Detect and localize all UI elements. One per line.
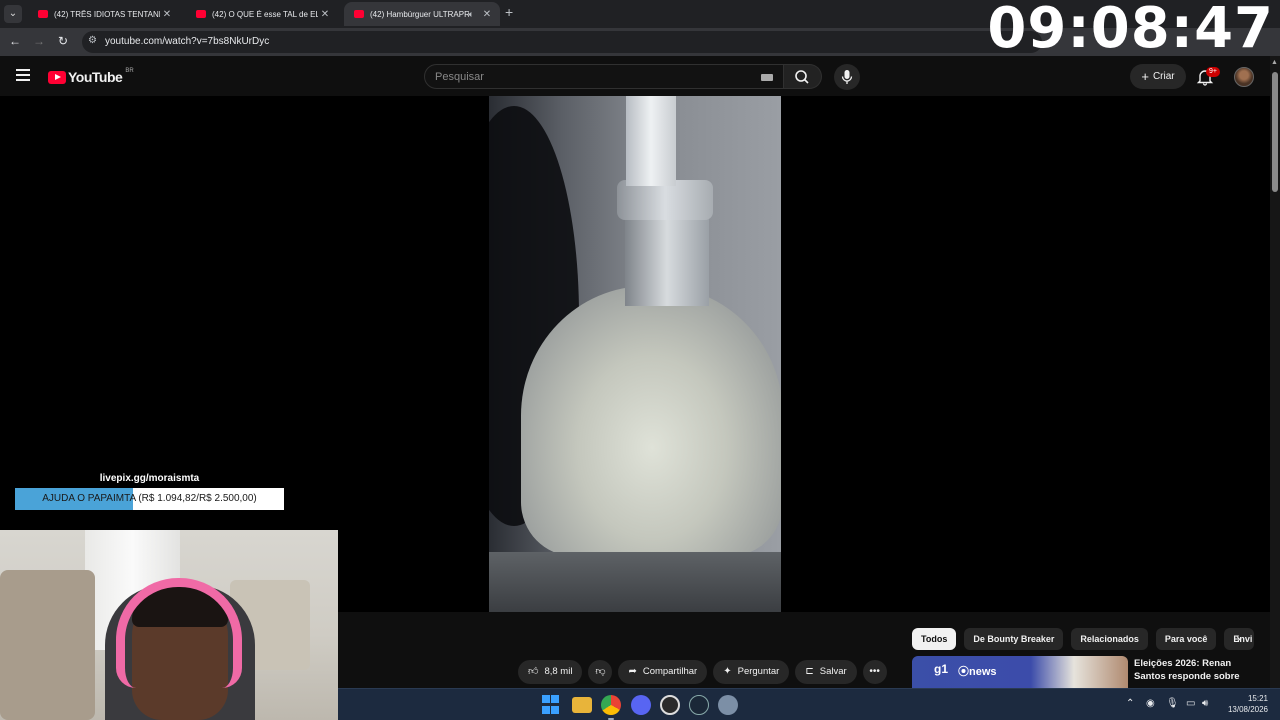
scroll-up-arrow-icon[interactable]: ▲ <box>1271 59 1278 66</box>
chip-from-channel[interactable]: De Bounty Breaker <box>964 628 1064 650</box>
taskbar-clock[interactable]: 15:21 13/08/2026 <box>1228 693 1268 715</box>
more-actions-button[interactable]: ••• <box>862 660 887 684</box>
overlay-clock: 09:08:47 <box>987 0 1274 61</box>
new-tab-button[interactable]: + <box>505 4 513 20</box>
g1-logo: g1 <box>934 662 949 676</box>
menu-icon[interactable] <box>16 69 30 81</box>
like-count: 8,8 mil <box>544 666 573 677</box>
forward-arrow-icon[interactable]: → <box>31 34 47 48</box>
news-logo: ⦿news <box>958 666 997 678</box>
file-explorer-icon[interactable] <box>572 697 592 713</box>
browser-tab-active[interactable]: (42) Hambúrguer ULTRAPRO 🔈︎ ✕ <box>344 2 500 26</box>
more-horizontal-icon: ••• <box>869 666 880 677</box>
url-text[interactable]: youtube.com/watch?v=7bs8NkUrDyc <box>105 36 269 47</box>
volume-icon[interactable]: 🔊︎ <box>1202 698 1208 709</box>
youtube-favicon-icon <box>196 10 206 18</box>
thumbs-down-icon: 👎︎ <box>595 666 606 677</box>
share-icon: ➦ <box>628 666 637 677</box>
livepix-title: livepix.gg/moraismta <box>99 473 200 484</box>
youtube-logo[interactable]: YouTube BR <box>48 68 134 85</box>
chrome-icon[interactable] <box>601 695 621 715</box>
search-button[interactable] <box>784 64 822 89</box>
youtube-favicon-icon <box>354 10 364 18</box>
tab-search-icon[interactable]: ⌄ <box>4 5 22 23</box>
recommended-thumbnail[interactable]: g1 ⦿news <box>912 656 1128 688</box>
youtube-wordmark: YouTube <box>68 69 123 85</box>
tab-title: (42) Hambúrguer ULTRAPRO <box>370 9 469 19</box>
chip-todos[interactable]: Todos <box>912 628 957 650</box>
plus-icon: + <box>1141 69 1149 84</box>
video-frame[interactable] <box>489 96 781 612</box>
scrollbar-thumb[interactable] <box>1272 72 1278 192</box>
keyboard-icon[interactable] <box>761 74 773 81</box>
youtube-play-icon <box>48 70 66 84</box>
chevron-right-icon[interactable]: › <box>1236 630 1241 646</box>
country-code: BR <box>125 68 134 74</box>
video-actions: 👍︎ 8,8 mil 👎︎ ➦ Compartilhar ✦ Perguntar… <box>518 660 887 684</box>
tray-chevron-up-icon[interactable]: ⌃ <box>1126 698 1134 709</box>
tab-close-icon[interactable]: ✕ <box>318 9 332 20</box>
taskbar-date: 13/08/2026 <box>1227 705 1268 714</box>
microphone-tray-icon[interactable]: 🎙︎ <box>1166 698 1179 709</box>
search-box[interactable] <box>424 64 784 89</box>
site-info-icon[interactable]: ⚙ <box>88 35 97 46</box>
browser-tab[interactable]: (42) O QUE É esse TAL de EL NI ✕ <box>186 2 338 26</box>
reload-icon[interactable]: ↻ <box>55 34 71 48</box>
create-label: Criar <box>1152 71 1175 82</box>
search-input[interactable] <box>435 69 755 85</box>
screen: ⌄ (42) TRÊS IDIOTAS TENTANDO I ✕ (42) O … <box>0 0 1280 720</box>
back-arrow-icon[interactable]: ← <box>7 34 23 48</box>
save-label: Salvar <box>819 666 847 677</box>
tab-close-icon[interactable]: ✕ <box>480 9 494 20</box>
discord-icon[interactable] <box>631 695 651 715</box>
tab-title: (42) TRÊS IDIOTAS TENTANDO I <box>54 9 160 19</box>
search-icon <box>795 70 809 84</box>
save-button[interactable]: ⊏ Salvar <box>795 660 857 684</box>
webcam-overlay <box>0 530 338 720</box>
ask-button[interactable]: ✦ Perguntar <box>713 660 790 684</box>
share-label: Compartilhar <box>642 666 698 677</box>
microphone-icon <box>841 70 853 84</box>
browser-tab[interactable]: (42) TRÊS IDIOTAS TENTANDO I ✕ <box>28 2 180 26</box>
tray-app-icon[interactable]: ◉ <box>1146 698 1155 709</box>
chip-related[interactable]: Relacionados <box>1071 628 1148 650</box>
livepix-progress-bar: AJUDA O PAPAIMTA (R$ 1.094,82/R$ 2.500,0… <box>15 488 284 510</box>
tab-close-icon[interactable]: ✕ <box>160 9 174 20</box>
like-button[interactable]: 👍︎ 8,8 mil <box>518 660 583 684</box>
youtube-favicon-icon <box>38 10 48 18</box>
share-button[interactable]: ➦ Compartilhar <box>618 660 708 684</box>
windows-start-icon[interactable] <box>542 695 562 715</box>
page-scrollbar[interactable]: ▲ <box>1270 56 1280 688</box>
chip-for-you[interactable]: Para você <box>1155 628 1217 650</box>
settings-icon[interactable] <box>718 695 738 715</box>
taskbar-time: 15:21 <box>1247 694 1268 703</box>
ask-label: Perguntar <box>737 666 780 677</box>
obs-icon[interactable] <box>660 695 680 715</box>
bookmark-icon: ⊏ <box>805 666 814 677</box>
display-icon[interactable]: ▭ <box>1186 698 1195 709</box>
steam-icon[interactable] <box>689 695 709 715</box>
dislike-button[interactable]: 👎︎ <box>588 660 613 684</box>
thumbs-up-icon: 👍︎ <box>528 666 539 677</box>
recommended-title[interactable]: Eleições 2026: Renan Santos responde sob… <box>1134 657 1264 688</box>
windows-taskbar: ⌃ ◉ 🎙︎ ▭ 🔊︎ 15:21 13/08/2026 <box>338 688 1280 720</box>
youtube-header: YouTube BR + Criar 9+ <box>0 56 1270 96</box>
speaker-icon[interactable]: 🔈︎ <box>469 9 474 20</box>
tab-title: (42) O QUE É esse TAL de EL NI <box>212 9 318 19</box>
account-avatar[interactable] <box>1234 67 1254 87</box>
sparkle-icon: ✦ <box>723 666 732 677</box>
recommendation-chips: Todos De Bounty Breaker Relacionados Par… <box>912 628 1255 650</box>
voice-search-button[interactable] <box>834 64 860 90</box>
create-button[interactable]: + Criar <box>1130 64 1186 89</box>
notification-badge: 9+ <box>1206 67 1220 77</box>
livepix-goal-text: AJUDA O PAPAIMTA (R$ 1.094,82/R$ 2.500,0… <box>42 493 257 504</box>
address-bar[interactable]: ⚙ youtube.com/watch?v=7bs8NkUrDyc <box>82 31 1042 53</box>
